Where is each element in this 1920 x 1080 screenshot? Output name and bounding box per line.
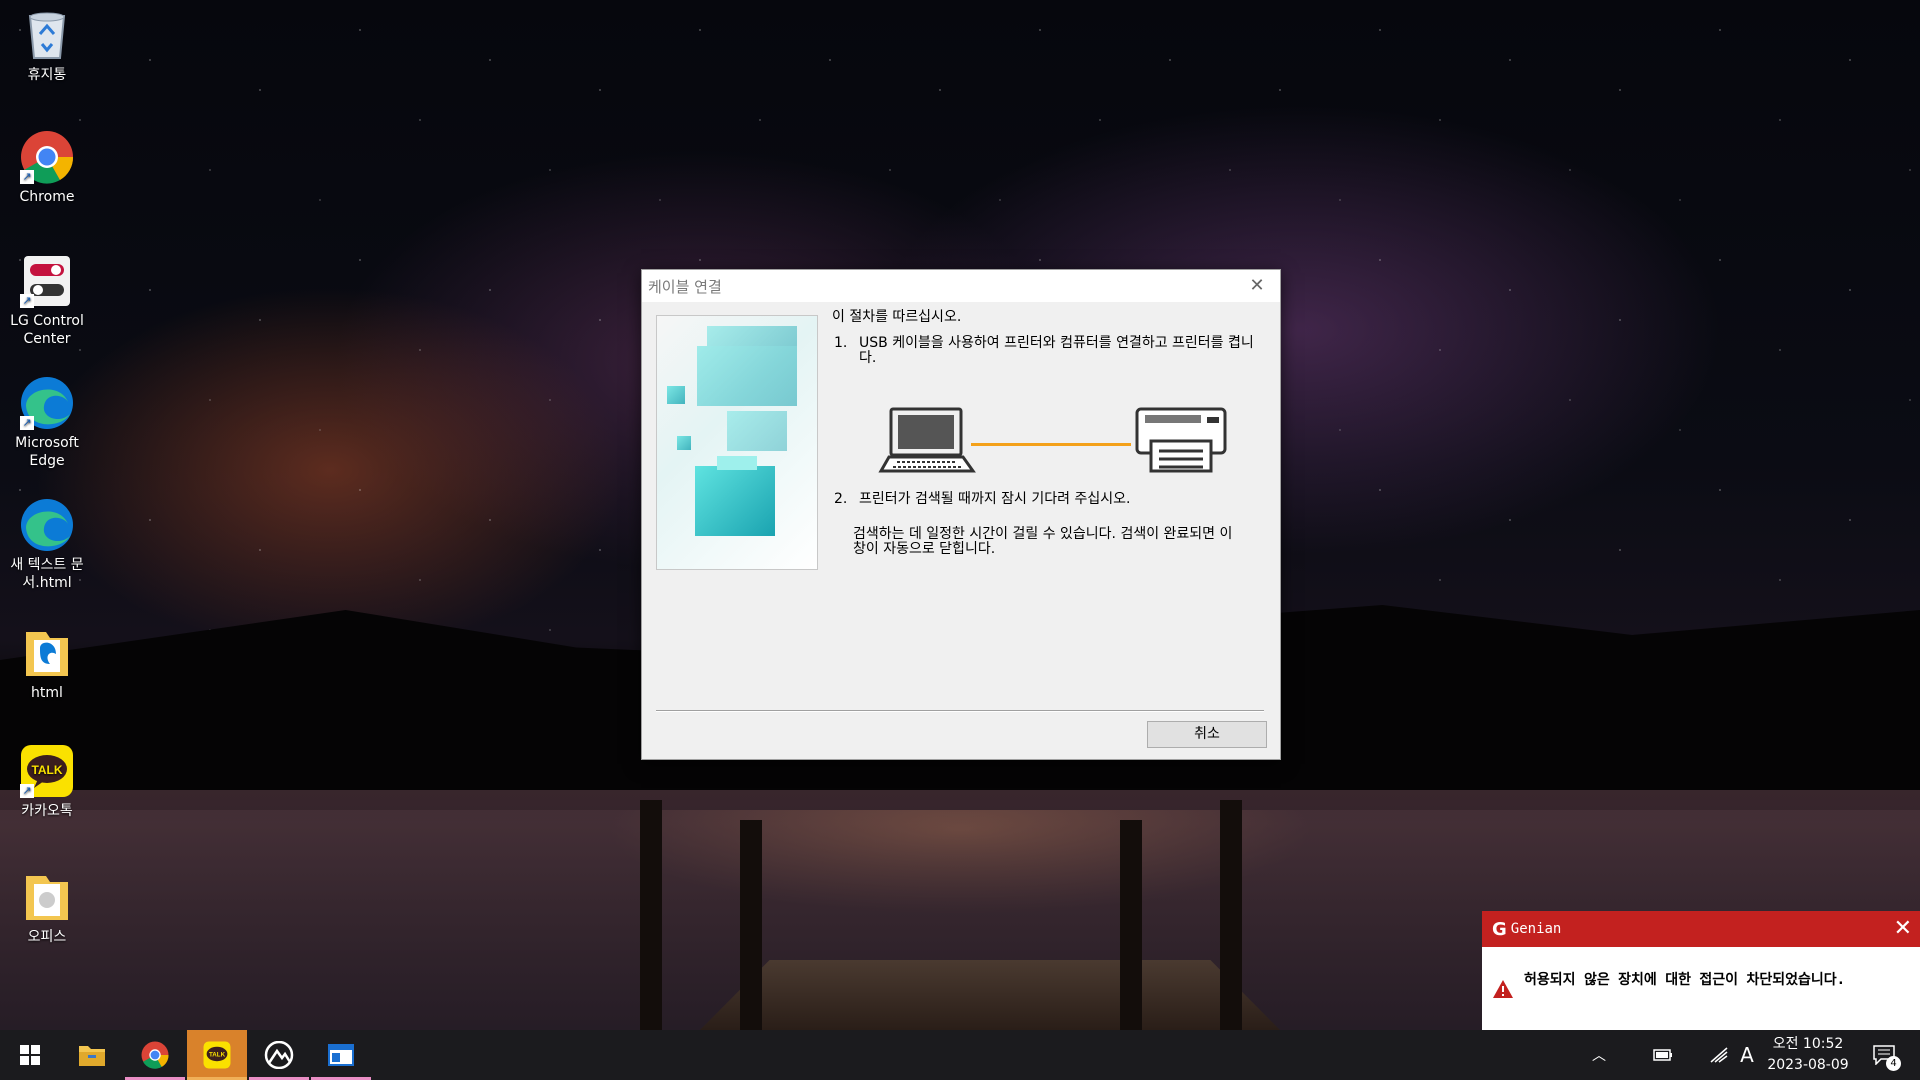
desktop-icon-html-document[interactable]: 새 텍스트 문서.html <box>4 498 90 592</box>
taskbar: TALK ︿ A 오전 10:52 2023-08-09 4 <box>0 1030 1920 1080</box>
laptop-icon <box>878 407 976 473</box>
recycle-bin-icon <box>20 8 74 62</box>
pier-post <box>1220 800 1242 1030</box>
step2-note: 검색하는 데 일정한 시간이 걸릴 수 있습니다. 검색이 완료되면 이 창이 … <box>853 526 1233 557</box>
cube-block <box>695 466 775 536</box>
kakaotalk-icon: TALK ↗ <box>20 744 74 798</box>
desktop-icon-label: 휴지통 <box>27 67 67 83</box>
notification-count-badge: 4 <box>1886 1056 1901 1071</box>
cube-block <box>667 386 685 404</box>
desktop-icon-label: 카카오톡 <box>21 803 73 819</box>
wifi-icon <box>1710 1047 1728 1063</box>
step1-text: USB 케이블을 사용하여 프린터와 컴퓨터를 연결하고 프린터를 켭니다. <box>859 335 1254 366</box>
desktop-icon-office-folder[interactable]: 오피스 <box>4 870 90 946</box>
desktop-icon-label: 오피스 <box>27 929 67 945</box>
shortcut-arrow-icon: ↗ <box>20 416 34 430</box>
cable-connection-dialog: 케이블 연결 ✕ 이 절차를 따르십시오. 1. USB 케이블을 사용하여 프… <box>641 269 1281 760</box>
shortcut-arrow-icon: ↗ <box>20 170 34 184</box>
desktop-icon-label: Chrome <box>19 189 75 205</box>
clock-date: 2023-08-09 <box>1767 1057 1849 1073</box>
desktop-icon-label: 새 텍스트 문서.html <box>10 557 84 591</box>
connection-diagram <box>877 405 1237 485</box>
action-center-button[interactable]: 4 <box>1862 1030 1906 1080</box>
cube-block <box>677 436 691 450</box>
cube-illustration <box>656 315 818 570</box>
window-app-icon <box>328 1044 354 1066</box>
genian-title: Genian <box>1510 921 1562 937</box>
kakaotalk-icon: TALK <box>203 1041 231 1069</box>
close-icon[interactable]: ✕ <box>1240 272 1274 300</box>
chrome-icon <box>141 1041 169 1069</box>
dialog-title: 케이블 연결 <box>648 277 722 296</box>
step2-text: 프린터가 검색될 때까지 잠시 기다려 주십시오. <box>859 491 1131 507</box>
file-explorer-icon <box>79 1046 105 1066</box>
taskbar-kakaotalk[interactable]: TALK <box>187 1030 247 1080</box>
ime-indicator[interactable]: A <box>1732 1030 1762 1080</box>
start-button[interactable] <box>0 1030 60 1080</box>
genian-message: 허용되지 않은 장치에 대한 접근이 차단되었습니다. <box>1524 972 1846 988</box>
pier-post <box>640 800 662 1030</box>
cube-block <box>707 326 797 346</box>
cube-block <box>697 346 797 406</box>
genian-header: G Genian <box>1482 911 1920 947</box>
intro-text: 이 절차를 따르십시오. <box>832 309 962 325</box>
step1-number: 1. <box>834 335 848 351</box>
desktop-icon-html-folder[interactable]: html <box>4 626 90 702</box>
svg-text:TALK: TALK <box>31 763 62 777</box>
taskbar-file-explorer[interactable] <box>62 1030 122 1080</box>
taskbar-chrome[interactable] <box>125 1030 185 1080</box>
cancel-button[interactable]: 취소 <box>1147 721 1267 748</box>
printer-icon <box>1135 407 1227 473</box>
step2-number: 2. <box>834 491 848 507</box>
desktop-icon-recycle-bin[interactable]: 휴지통 <box>4 8 90 84</box>
edge-icon: ↗ <box>20 376 74 430</box>
folder-icon <box>20 626 74 680</box>
svg-text:TALK: TALK <box>209 1052 226 1059</box>
dialog-title-bar[interactable]: 케이블 연결 ✕ <box>642 270 1280 302</box>
photo-app-icon <box>264 1041 294 1069</box>
cube-block <box>727 411 787 451</box>
chevron-up-icon: ︿ <box>1592 1048 1606 1064</box>
desktop-icon-label: LG Control Center <box>10 313 84 347</box>
folder-icon <box>20 870 74 924</box>
taskbar-window-app[interactable] <box>311 1030 371 1080</box>
desktop-icon-kakaotalk[interactable]: TALK ↗ 카카오톡 <box>4 744 90 820</box>
desktop-icon-label: Microsoft Edge <box>15 435 79 469</box>
start-icon <box>20 1045 40 1065</box>
dialog-divider <box>656 710 1264 712</box>
desktop-icon-edge[interactable]: ↗ Microsoft Edge <box>4 376 90 470</box>
network-button[interactable] <box>1702 1030 1736 1080</box>
taskbar-clock[interactable]: 오전 10:52 2023-08-09 <box>1760 1034 1856 1076</box>
warning-icon <box>1493 980 1513 998</box>
shortcut-arrow-icon: ↗ <box>20 294 34 308</box>
pier-post <box>740 820 762 1030</box>
wallpaper-pier <box>700 960 1280 1030</box>
clock-time: 오전 10:52 <box>1772 1036 1844 1052</box>
tray-device-button[interactable] <box>1646 1030 1680 1080</box>
shortcut-arrow-icon: ↗ <box>20 784 34 798</box>
edge-html-file-icon <box>20 498 74 552</box>
usb-cable-line <box>971 443 1131 446</box>
taskbar-photo-app[interactable] <box>249 1030 309 1080</box>
desktop-icon-label: html <box>31 685 63 701</box>
lg-control-center-icon: ↗ <box>20 254 74 308</box>
show-hidden-icons-button[interactable]: ︿ <box>1582 1030 1616 1080</box>
genian-logo: G <box>1492 918 1507 940</box>
genian-alert-popup: G Genian ✕ 허용되지 않은 장치에 대한 접근이 차단되었습니다. <box>1482 911 1920 1030</box>
chrome-icon: ↗ <box>20 130 74 184</box>
battery-icon <box>1653 1049 1672 1061</box>
desktop-icon-chrome[interactable]: ↗ Chrome <box>4 130 90 206</box>
cube-block <box>717 456 757 470</box>
close-icon[interactable]: ✕ <box>1894 915 1912 943</box>
pier-post <box>1120 820 1142 1030</box>
desktop-icon-lg-control-center[interactable]: ↗ LG Control Center <box>4 254 90 348</box>
